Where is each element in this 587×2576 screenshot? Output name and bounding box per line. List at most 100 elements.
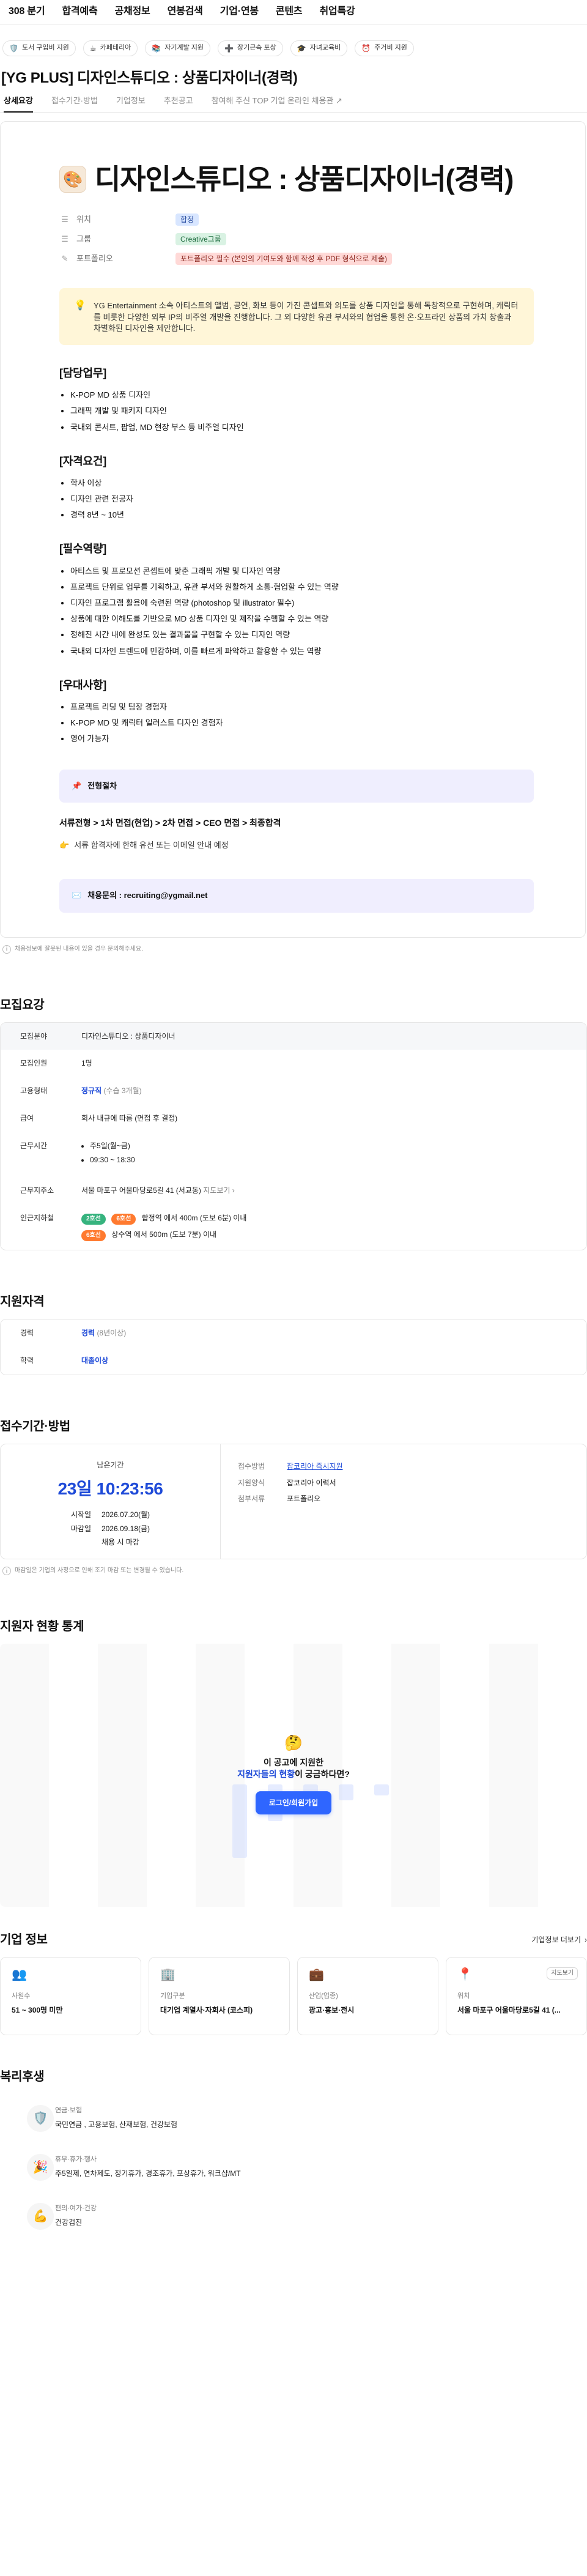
welfare-title-text: 휴무·휴가·행사	[55, 2156, 97, 2164]
stats-overlay-text: 이 공고에 지원한 지원자들의 현황이 궁금하다면?	[193, 1757, 394, 1780]
company-card: 💼 산업(업종) 광고·홍보·전시	[297, 1957, 438, 2036]
welfare-list: 🛡️ 연금·보험 국민연금 , 고용보험, 산재보험, 건강보험 🎉 휴무·휴가…	[0, 2094, 587, 2241]
recruitment-row: 인근지하철 2호선 6호선 합정역 에서 400m (도보 6분) 이내 6호선…	[1, 1204, 586, 1250]
benefit-chip-label: 자녀교육비	[309, 44, 341, 52]
apply-link[interactable]: 잡코리아 즉시지원	[287, 1462, 343, 1471]
welfare-item: 🎉 휴무·휴가·행사 주5일제, 연차제도, 정기휴가, 경조휴가, 포상휴가,…	[0, 2143, 587, 2192]
apply-value: 잡코리아 즉시지원	[287, 1461, 569, 1472]
company-header: 기업 정보 기업정보 더보기 ›	[0, 1931, 587, 1948]
company-more-link[interactable]: 기업정보 더보기 ›	[531, 1935, 587, 1945]
benefit-chip-icon: 🎓	[297, 43, 306, 53]
welfare-text: 주5일제, 연차제도, 정기휴가, 경조휴가, 포상휴가, 워크샵/MT	[55, 2169, 241, 2178]
end-date-key: 마감일	[70, 1524, 92, 1533]
benefit-chip-icon: 📚	[152, 43, 161, 53]
apply-note-text: 마감일은 기업의 사정으로 인해 조기 마감 또는 변경될 수 있습니다.	[15, 1567, 184, 1575]
welfare-content: 연금·보험 국민연금 , 고용보험, 산재보험, 건강보험	[55, 2105, 587, 2129]
welfare-title-text: 연금·보험	[55, 2107, 83, 2115]
portfolio-tag: 포트폴리오 필수 (본인의 기여도와 함께 작성 후 PDF 형식으로 제출)	[175, 253, 393, 265]
property-key: ☰ 그룹	[59, 234, 175, 245]
nav-item[interactable]: 기업·연봉	[220, 5, 259, 18]
benefit-chip-icon: ⏰	[361, 43, 371, 53]
nav-item[interactable]: 연봉검색	[168, 5, 203, 18]
apply-card: 남은기간 23일 10:23:56 시작일 2026.07.20(월) 마감일 …	[0, 1443, 587, 1560]
nav-item[interactable]: 취업특강	[319, 5, 355, 18]
list-item: 아티스트 및 프로모션 콘셉트에 맞춘 그래픽 개발 및 디자인 역량	[70, 566, 534, 577]
benefit-chip: 🎓 자녀교육비	[290, 40, 348, 56]
welfare-item: 💪 편의·여가·건강 건강검진	[0, 2192, 587, 2241]
palette-icon: 🎨	[59, 166, 86, 193]
benefit-chip-icon: ➕	[224, 43, 234, 53]
company-card-label: 위치	[457, 1992, 470, 2000]
stats-overlay: 🤔 이 공고에 지원한 지원자들의 현황이 궁금하다면? 로그인/회원가입	[193, 1736, 394, 1815]
lightbulb-icon: 💡	[74, 300, 86, 311]
nav-item[interactable]: 308 분기	[9, 5, 45, 18]
tab-recommended[interactable]: 추천공고	[164, 95, 193, 112]
property-value: Creative그룹	[175, 233, 534, 246]
nav-item[interactable]: 콘텐츠	[276, 5, 303, 18]
intro-callout: 💡 YG Entertainment 소속 아티스트의 앨범, 공연, 화보 등…	[59, 288, 534, 345]
section-title: [우대사항]	[59, 678, 107, 691]
employment-type: 정규직	[81, 1086, 102, 1096]
list-item: 학사 이상	[70, 478, 534, 489]
pin-icon: 📌	[72, 781, 82, 790]
intro-text: YG Entertainment 소속 아티스트의 앨범, 공연, 화보 등이 …	[93, 301, 519, 333]
location-tag: 합정	[175, 213, 199, 226]
section-duties: [담당업무] K-POP MD 상품 디자인 그래픽 개발 및 패키지 디자인 …	[59, 366, 534, 433]
nav-item[interactable]: 공채정보	[114, 5, 150, 18]
job-post: 🎨 디자인스튜디오 : 상품디자이너(경력) ☰ 위치 합정 ☰ 그룹 Crea…	[0, 121, 586, 938]
pencil-icon: ✎	[61, 254, 68, 264]
apply-line: 지원양식 잡코리아 이력서	[238, 1478, 569, 1488]
employment-subtext: (수습 3개월)	[103, 1086, 142, 1096]
login-signup-button[interactable]: 로그인/회원가입	[255, 1791, 332, 1815]
contact-text: 채용문의 : recruiting@ygmail.net	[87, 891, 208, 900]
list-item: 디자인 관련 전공자	[70, 494, 534, 505]
recruitment-key: 모집분야	[20, 1031, 48, 1041]
apply-line: 접수방법 잡코리아 즉시지원	[238, 1461, 569, 1472]
map-link[interactable]: 지도보기 ›	[203, 1186, 235, 1195]
start-date-key: 시작일	[70, 1510, 92, 1519]
qualification-card: 경력 경력 (8년이상) 학력 대졸이상	[0, 1319, 587, 1375]
tab-apply-period[interactable]: 접수기간·방법	[51, 95, 98, 112]
work-hours-item: 주5일(월~금)	[90, 1141, 567, 1151]
company-card-value: 대기업 계열사·자회사 (코스피)	[160, 2005, 253, 2014]
subway-text: 상수역 에서 500m (도보 7분) 이내	[111, 1230, 217, 1239]
report-note-text: 채용정보에 잘못된 내용이 있을 경우 문의해주세요.	[15, 945, 143, 952]
info-icon: i	[2, 945, 11, 954]
apply-note: i 마감일은 기업의 사정으로 인해 조기 마감 또는 변경될 수 있습니다.	[2, 1567, 587, 1576]
company-more-label: 기업정보 더보기	[531, 1935, 581, 1944]
list-item: 그래픽 개발 및 패키지 디자인	[70, 406, 534, 417]
chevron-right-icon: ›	[232, 1186, 235, 1195]
map-button[interactable]: 지도보기	[547, 1967, 578, 1980]
apply-title: 접수기간·방법	[0, 1419, 70, 1433]
remaining-time: 23일 10:23:56	[57, 1479, 163, 1498]
tab-details[interactable]: 상세요강	[4, 95, 33, 113]
qualification-row: 학력 대졸이상	[1, 1347, 586, 1375]
section-title: [담당업무]	[59, 366, 107, 379]
benefit-chip-label: 주거비 지원	[374, 44, 407, 52]
recruitment-value: 회사 내규에 따름 (면접 후 결정)	[81, 1114, 178, 1123]
qualification-key: 경력	[20, 1329, 34, 1338]
list-item: 정해진 시간 내에 완성도 있는 결과물을 구현할 수 있는 디자인 역량	[70, 629, 534, 640]
process-callout-title: 전형절차	[87, 781, 117, 790]
benefit-chip-label: 카페테리아	[100, 44, 131, 52]
qualification-key: 학력	[20, 1356, 34, 1365]
property-key-label: 위치	[76, 215, 91, 225]
tab-top-companies[interactable]: 참여해 주신 TOP 기업 온라인 채용관 ↗	[212, 95, 342, 112]
top-navigation: 308 분기 합격예측 공채정보 연봉검색 기업·연봉 콘텐츠 취업특강	[0, 0, 587, 24]
welfare-title: 복리후생	[0, 2070, 45, 2084]
apply-key: 지원양식	[238, 1478, 265, 1487]
process-callout: 📌 전형절차	[59, 769, 534, 803]
welfare-title-text: 편의·여가·건강	[55, 2205, 97, 2213]
post-heading: 🎨 디자인스튜디오 : 상품디자이너(경력)	[59, 160, 534, 199]
recruitment-value: 정규직 (수습 3개월)	[81, 1086, 567, 1096]
nav-item[interactable]: 합격예측	[62, 5, 97, 18]
recruitment-key: 인근지하철	[20, 1214, 54, 1223]
list-item: 국내외 디자인 트렌드에 민감하며, 이를 빠르게 파악하고 활용할 수 있는 …	[70, 646, 534, 657]
welfare-text: 건강검진	[55, 2218, 83, 2227]
recruitment-value: 서울 마포구 어울마당로5길 41 (서교동) 지도보기 ›	[81, 1186, 567, 1196]
tab-company-info[interactable]: 기업정보	[116, 95, 146, 112]
process-text: 서류전형 > 1차 면접(현업) > 2차 면접 > CEO 면접 > 최종합격	[59, 817, 281, 828]
list-icon: ☰	[61, 215, 68, 225]
company-card: 지도보기 📍 위치 서울 마포구 어울마당로5길 41 (...	[446, 1957, 587, 2036]
subway-badge: 2호선	[81, 1214, 106, 1225]
